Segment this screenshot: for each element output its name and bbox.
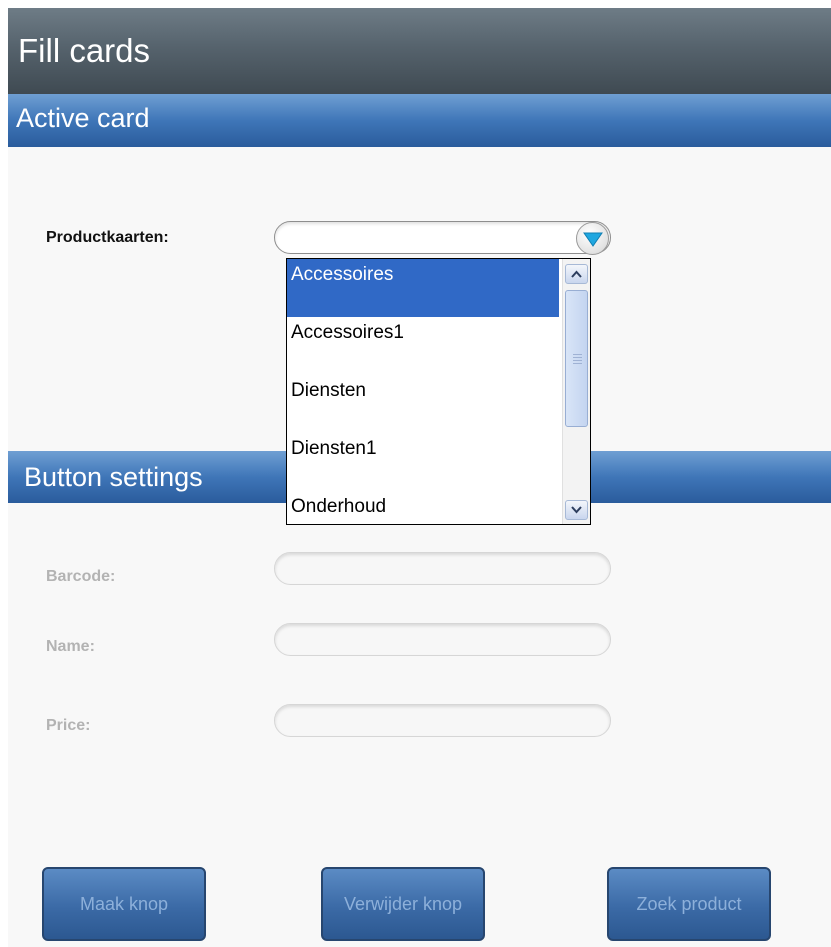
price-label: Price: bbox=[46, 717, 91, 734]
name-label: Name: bbox=[46, 638, 95, 655]
dropdown-option[interactable]: Onderhoud bbox=[287, 491, 559, 524]
dropdown-option[interactable]: Accessoires1 bbox=[287, 317, 559, 375]
barcode-field[interactable] bbox=[274, 552, 611, 585]
make-button[interactable]: Maak knop bbox=[42, 867, 206, 941]
dropdown-option[interactable]: Accessoires bbox=[287, 259, 559, 317]
fill-cards-window: Fill cards Active card Productkaarten: B… bbox=[8, 8, 831, 947]
search-product-button[interactable]: Zoek product bbox=[607, 867, 771, 941]
chevron-down-icon[interactable] bbox=[576, 222, 609, 255]
scrollbar-thumb[interactable] bbox=[565, 290, 588, 427]
price-field[interactable] bbox=[274, 704, 611, 737]
delete-button[interactable]: Verwijder knop bbox=[321, 867, 485, 941]
active-card-section-header: Active card bbox=[8, 94, 831, 147]
barcode-label: Barcode: bbox=[46, 568, 116, 585]
scroll-up-arrow-icon[interactable] bbox=[565, 264, 588, 284]
productkaarten-dropdown-list[interactable]: Accessoires Accessoires1 Diensten Dienst… bbox=[286, 258, 591, 525]
dropdown-option[interactable]: Diensten bbox=[287, 375, 559, 433]
dropdown-scrollbar[interactable] bbox=[562, 259, 590, 524]
productkaarten-label: Productkaarten: bbox=[46, 229, 169, 246]
productkaarten-dropdown[interactable] bbox=[274, 221, 611, 255]
name-field[interactable] bbox=[274, 623, 611, 656]
scroll-down-arrow-icon[interactable] bbox=[565, 500, 588, 520]
page-title: Fill cards bbox=[8, 8, 831, 94]
dropdown-option[interactable]: Diensten1 bbox=[287, 433, 559, 491]
